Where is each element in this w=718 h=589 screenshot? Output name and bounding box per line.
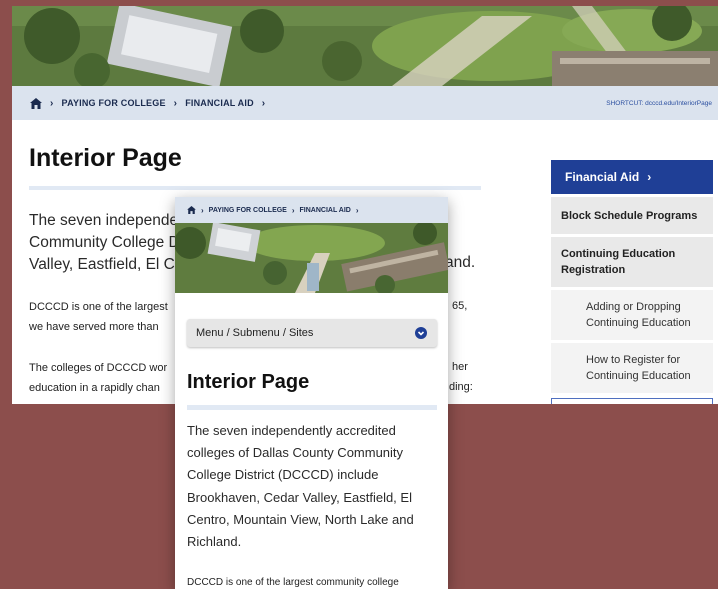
paragraph-line-tail: 65,: [452, 300, 468, 312]
chevron-right-icon: ›: [50, 97, 54, 109]
dropdown-label: Menu / Submenu / Sites: [196, 327, 314, 339]
breadcrumb-link-paying-for-college[interactable]: PAYING FOR COLLEGE: [209, 207, 287, 214]
shortcut-link[interactable]: dcccd.edu/InteriorPage: [645, 100, 712, 107]
campus-aerial-photo: [175, 223, 448, 293]
intro-line-tail: and.: [445, 254, 476, 271]
sidebar-header-label: Financial Aid: [565, 170, 640, 184]
mobile-breadcrumb: › PAYING FOR COLLEGE › FINANCIAL AID ›: [175, 197, 448, 223]
sidebar-subitem-adding-dropping[interactable]: Adding or Dropping Continuing Education: [551, 290, 713, 340]
paragraph-line-tail: ding:: [449, 381, 473, 393]
home-icon[interactable]: [187, 206, 196, 214]
menu-submenu-sites-dropdown[interactable]: Menu / Submenu / Sites: [187, 319, 437, 347]
mobile-mockup: › PAYING FOR COLLEGE › FINANCIAL AID › M…: [175, 197, 448, 589]
chevron-down-circle-icon: [415, 327, 427, 339]
breadcrumb-link-paying-for-college[interactable]: PAYING FOR COLLEGE: [62, 98, 166, 108]
page-title: Interior Page: [29, 144, 182, 172]
page-title: Interior Page: [187, 371, 310, 393]
chevron-right-icon: ›: [647, 170, 652, 184]
sidebar-item-block-schedule[interactable]: Block Schedule Programs: [551, 197, 713, 234]
chevron-right-icon: ›: [201, 205, 204, 215]
intro-paragraph: The seven independently accredited colle…: [187, 423, 414, 550]
chevron-right-icon: ›: [355, 205, 359, 215]
shortcut-label: SHORTCUT:: [606, 99, 644, 107]
home-icon[interactable]: [30, 97, 42, 109]
body-paragraph-1: DCCCD is one of the largest community co…: [187, 577, 399, 588]
chevron-right-icon: ›: [291, 205, 295, 215]
title-underline: [187, 405, 437, 410]
breadcrumb-link-financial-aid[interactable]: FINANCIAL AID: [300, 207, 351, 214]
sidebar-item-partial[interactable]: [551, 398, 713, 404]
title-underline: [29, 186, 481, 190]
paragraph-line-tail: her: [452, 361, 468, 373]
shortcut: SHORTCUT: dcccd.edu/InteriorPage: [606, 86, 712, 120]
sidebar-item-continuing-education[interactable]: Continuing Education Registration: [551, 237, 713, 287]
campus-aerial-photo: [12, 6, 718, 86]
chevron-right-icon: ›: [173, 97, 178, 109]
sidebar-subitem-how-to-register[interactable]: How to Register for Continuing Education: [551, 343, 713, 393]
chevron-right-icon: ›: [261, 97, 266, 109]
sidebar-header-financial-aid[interactable]: Financial Aid ›: [551, 160, 713, 194]
breadcrumb: › PAYING FOR COLLEGE › FINANCIAL AID › S…: [12, 86, 718, 120]
breadcrumb-link-financial-aid[interactable]: FINANCIAL AID: [185, 98, 254, 108]
